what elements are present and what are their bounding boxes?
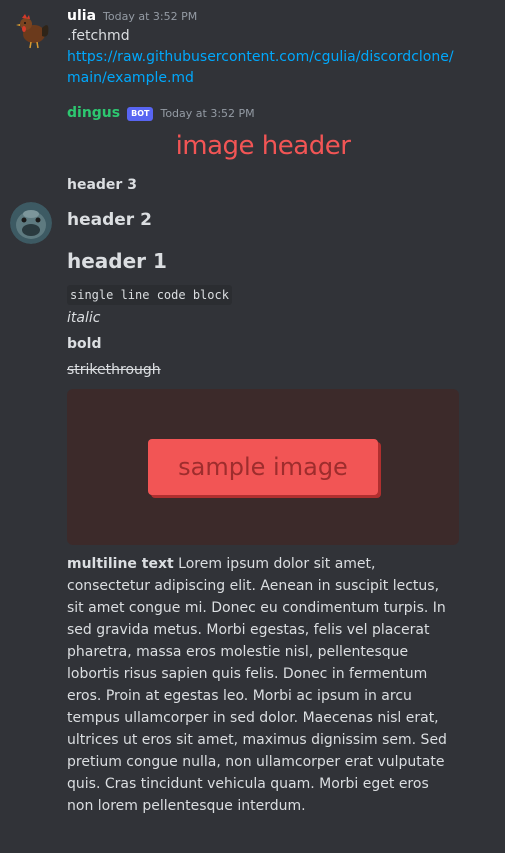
fish-avatar-icon [10, 202, 52, 244]
header-1: header 1 [67, 249, 167, 273]
message-link[interactable]: https://raw.githubusercontent.com/cgulia… [67, 47, 462, 89]
image-header: image header [175, 131, 351, 161]
message-text: .fetchmd [67, 28, 130, 44]
message-header: dingus BOT Today at 3:52 PM [67, 103, 497, 123]
multiline-paragraph: multiline text Lorem ipsum dolor sit ame… [67, 553, 459, 817]
username[interactable]: ulia [67, 6, 96, 26]
message-ulia: ulia Today at 3:52 PM .fetchmd https://r… [0, 0, 505, 89]
sample-image-label: sample image [148, 439, 378, 495]
user-avatar[interactable] [12, 10, 52, 50]
message-header: ulia Today at 3:52 PM [67, 6, 497, 26]
header-3: header 3 [67, 177, 137, 193]
bot-avatar[interactable] [10, 202, 52, 244]
sample-image-text: sample image [178, 453, 348, 481]
italic-text: italic [67, 310, 101, 326]
rooster-avatar-icon [16, 14, 49, 49]
header-2: header 2 [67, 210, 152, 230]
embedded-image[interactable]: sample image [67, 389, 459, 545]
inline-code: single line code block [67, 285, 232, 305]
multiline-label: multiline text [67, 556, 174, 572]
timestamp: Today at 3:52 PM [103, 10, 198, 23]
strikethrough-text: strikethrough [67, 362, 161, 378]
multiline-body: Lorem ipsum dolor sit amet, consectetur … [67, 556, 447, 814]
bot-badge: BOT [127, 107, 154, 121]
message-dingus: dingus BOT Today at 3:52 PM image header… [0, 89, 505, 817]
bold-text: bold [67, 336, 102, 352]
bot-username[interactable]: dingus [67, 103, 120, 123]
timestamp: Today at 3:52 PM [160, 107, 255, 120]
